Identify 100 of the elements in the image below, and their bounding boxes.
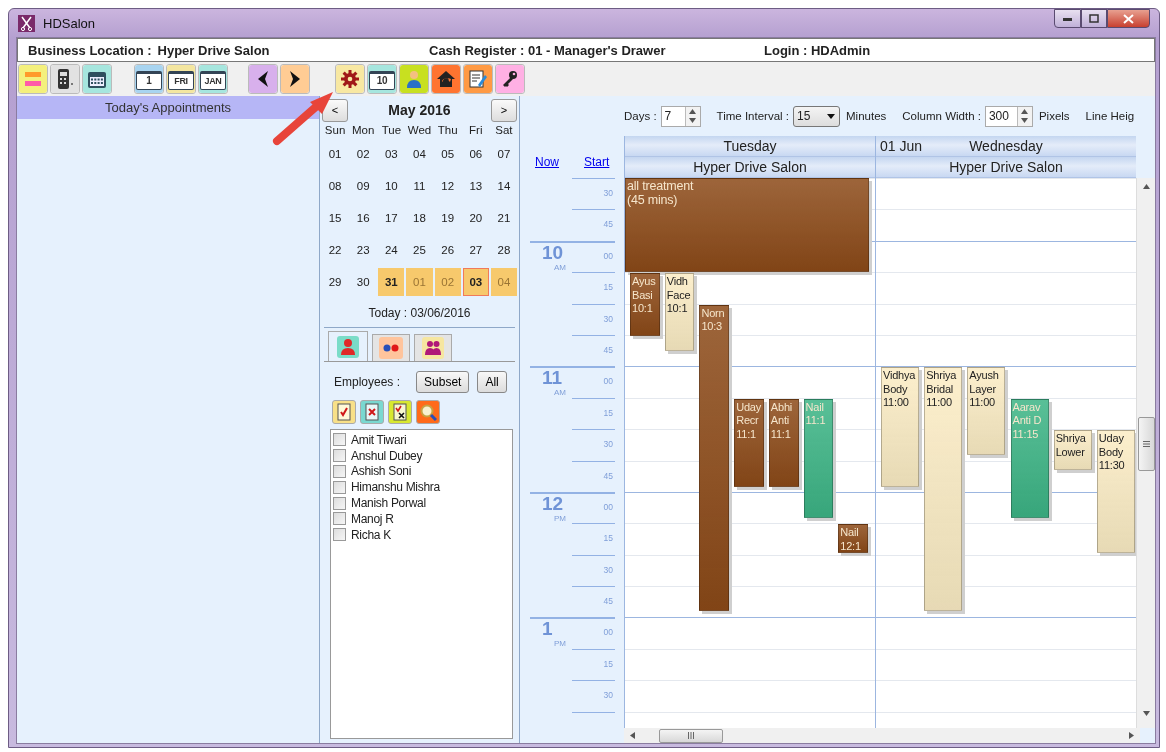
search-button[interactable] bbox=[416, 400, 440, 424]
day-date: 01 Jun bbox=[880, 138, 923, 154]
link[interactable]: Start bbox=[584, 155, 610, 169]
calendar-day[interactable]: 29 bbox=[322, 268, 349, 296]
calendar-day[interactable]: 26 bbox=[434, 236, 461, 264]
calendar-day[interactable]: 08 bbox=[322, 172, 349, 200]
select-all-button[interactable] bbox=[332, 400, 356, 424]
calendar-day[interactable]: 06 bbox=[462, 140, 489, 168]
setting-label: Time Interval : bbox=[716, 110, 790, 122]
calendar-day[interactable]: 07 bbox=[490, 140, 517, 168]
minimize-button[interactable] bbox=[1054, 9, 1081, 28]
calendar-day[interactable]: 23 bbox=[350, 236, 377, 264]
calendar-day[interactable]: 31 bbox=[378, 268, 405, 296]
appointment-block[interactable]: Nail 12:1 bbox=[838, 524, 868, 553]
key-button[interactable] bbox=[495, 64, 525, 94]
clear-all-button[interactable] bbox=[360, 400, 384, 424]
calendar-button[interactable]: 10 bbox=[367, 64, 397, 94]
scrollbar-track[interactable] bbox=[624, 728, 1140, 743]
calendar-day[interactable]: 15 bbox=[322, 204, 349, 232]
calendar-day[interactable]: 04 bbox=[406, 140, 433, 168]
settings-button[interactable] bbox=[335, 64, 365, 94]
person-button[interactable] bbox=[399, 64, 429, 94]
search-icon bbox=[419, 403, 437, 421]
calendar-button[interactable]: FRI bbox=[166, 64, 196, 94]
checkbox[interactable] bbox=[333, 528, 346, 542]
maximize-button[interactable] bbox=[1081, 9, 1107, 28]
dots-icon bbox=[379, 337, 403, 359]
link[interactable]: Now bbox=[535, 155, 559, 169]
appointment-block[interactable]: Ayush Layer 11:00 bbox=[967, 367, 1006, 456]
scroll-thumb[interactable] bbox=[659, 728, 723, 743]
close-icon bbox=[1123, 13, 1134, 24]
calendar-day[interactable]: 10 bbox=[378, 172, 405, 200]
calendar-day[interactable]: 13 bbox=[462, 172, 489, 200]
notes-button[interactable] bbox=[463, 64, 493, 94]
calendar-day[interactable]: 02 bbox=[350, 140, 377, 168]
calendar-day[interactable]: 18 bbox=[406, 204, 433, 232]
appointment-block[interactable]: all treatment (45 mins) bbox=[625, 178, 869, 273]
calendar-day[interactable]: 09 bbox=[350, 172, 377, 200]
calendar-day[interactable]: 20 bbox=[462, 204, 489, 232]
number-spinner[interactable]: 7 bbox=[660, 105, 701, 127]
setting-label: Days : bbox=[624, 110, 657, 122]
calendar-day[interactable]: 17 bbox=[378, 204, 405, 232]
scrollbar-track[interactable] bbox=[1136, 178, 1155, 728]
next-month-button[interactable]: > bbox=[491, 98, 517, 122]
filter-button[interactable]: All bbox=[477, 371, 507, 393]
checkbox[interactable] bbox=[333, 433, 346, 447]
number-spinner[interactable]: 300 bbox=[984, 105, 1033, 127]
calendar-button[interactable]: 1 bbox=[134, 64, 164, 94]
resource-tab[interactable] bbox=[328, 331, 368, 361]
device-button[interactable] bbox=[50, 64, 80, 94]
minute-label: 15 bbox=[603, 407, 613, 418]
employee-name: Anshul Dubey bbox=[351, 448, 423, 463]
appointment-block[interactable]: Shriya Bridal 11:00 bbox=[924, 367, 963, 611]
home-button[interactable] bbox=[431, 64, 461, 94]
minute-label: 30 bbox=[603, 564, 613, 575]
interval-dropdown[interactable]: 15 bbox=[793, 105, 841, 127]
calendar-day[interactable]: 16 bbox=[350, 204, 377, 232]
calendar-day[interactable]: 28 bbox=[490, 236, 517, 264]
calendar-day[interactable]: 21 bbox=[490, 204, 517, 232]
calendar-day[interactable]: 19 bbox=[434, 204, 461, 232]
calendar-day[interactable]: 22 bbox=[322, 236, 349, 264]
close-button[interactable] bbox=[1107, 9, 1150, 28]
calendar-day[interactable]: 01 bbox=[322, 140, 349, 168]
appointment-block[interactable]: Ayus Basi 10:1 bbox=[630, 273, 660, 336]
appointment-block[interactable]: Uday Recr 11:1 bbox=[734, 398, 764, 487]
filter-button[interactable]: Subset bbox=[416, 371, 470, 393]
back-button[interactable] bbox=[248, 64, 278, 94]
invert-selection-button[interactable] bbox=[388, 400, 412, 424]
appointment-block[interactable]: Vidhya Body 11:00 bbox=[881, 367, 920, 487]
scroll-thumb[interactable] bbox=[1137, 417, 1155, 471]
arrow-down-icon bbox=[1142, 711, 1150, 716]
calendar-button[interactable]: JAN bbox=[198, 64, 228, 94]
resource-tab[interactable] bbox=[372, 334, 410, 361]
appointment-block[interactable]: Norn 10:3 bbox=[699, 304, 730, 611]
checkbox[interactable] bbox=[333, 449, 346, 463]
checkbox[interactable] bbox=[333, 512, 346, 526]
month-view-button[interactable] bbox=[82, 64, 112, 94]
appointment-block[interactable]: Vidh Face 10:1 bbox=[664, 273, 695, 351]
calendar-day[interactable]: 14 bbox=[490, 172, 517, 200]
minute-label: 30 bbox=[603, 188, 613, 198]
calendar-day[interactable]: 25 bbox=[406, 236, 433, 264]
calendar-day[interactable]: 03 bbox=[462, 268, 489, 296]
forward-button[interactable] bbox=[280, 64, 310, 94]
checkbox[interactable] bbox=[333, 496, 346, 510]
calendar-day[interactable]: 11 bbox=[406, 172, 433, 200]
location-label: Business Location : bbox=[28, 42, 152, 58]
calendar-day[interactable]: 24 bbox=[378, 236, 405, 264]
checkbox[interactable] bbox=[333, 480, 346, 494]
calendar-day[interactable]: 12 bbox=[434, 172, 461, 200]
calendar-day[interactable]: 30 bbox=[350, 268, 377, 296]
appointment-block[interactable]: Shriya Lower bbox=[1053, 430, 1092, 471]
resource-tab[interactable] bbox=[414, 334, 452, 361]
login-text: Login : HDAdmin bbox=[764, 42, 871, 58]
calendar-day[interactable]: 05 bbox=[434, 140, 461, 168]
maximize-icon bbox=[1089, 14, 1099, 23]
checkbox[interactable] bbox=[333, 465, 346, 478]
appointment-block[interactable]: Abhi Anti 11:1 bbox=[768, 398, 799, 487]
calendar-day[interactable]: 27 bbox=[462, 236, 489, 264]
calendar-day[interactable]: 03 bbox=[378, 140, 405, 168]
appointment-block[interactable]: Uday Body 11:30 bbox=[1096, 430, 1135, 553]
